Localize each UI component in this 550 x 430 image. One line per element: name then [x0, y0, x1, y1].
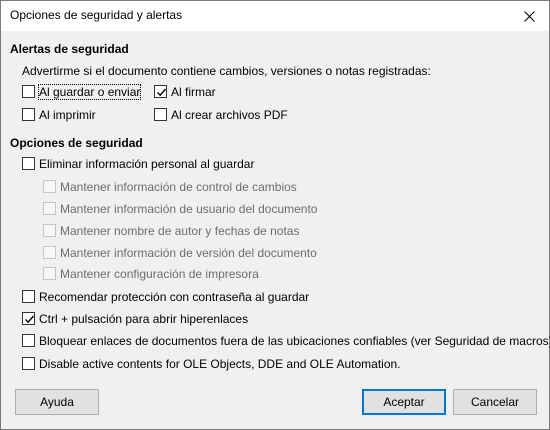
checkbox-label-bloquear-enlaces[interactable]: Bloquear enlaces de documentos fuera de …: [39, 334, 550, 348]
checkbox-label-control-cambios: Mantener información de control de cambi…: [60, 180, 297, 194]
checkbox-info-version: [43, 246, 56, 259]
checkbox-al-firmar[interactable]: [154, 85, 167, 98]
checkbox-eliminar-info-personal[interactable]: [22, 157, 35, 170]
checkmark-icon: [25, 315, 35, 324]
checkbox-label-disable-active-contents[interactable]: Disable active contents for OLE Objects,…: [39, 357, 401, 371]
checkbox-label-info-version: Mantener información de versión del docu…: [60, 246, 317, 260]
checkbox-recomendar-contrasena[interactable]: [22, 290, 35, 303]
checkbox-label-ctrl-hiperenlaces[interactable]: Ctrl + pulsación para abrir hiperenlaces: [39, 312, 248, 326]
checkbox-bloquear-enlaces[interactable]: [22, 334, 35, 347]
checkmark-icon: [157, 88, 167, 97]
checkbox-disable-active-contents[interactable]: [22, 357, 35, 370]
checkbox-label-al-firmar[interactable]: Al firmar: [171, 85, 216, 99]
dialog-title: Opciones de seguridad y alertas: [10, 8, 183, 22]
checkbox-al-imprimir[interactable]: [22, 108, 35, 121]
security-heading: Opciones de seguridad: [10, 136, 143, 150]
close-icon: [523, 10, 535, 22]
close-button[interactable]: [509, 1, 549, 31]
checkbox-label-config-impresora: Mantener configuración de impresora: [60, 267, 259, 281]
ok-button[interactable]: Aceptar: [362, 389, 446, 415]
alerts-description: Advertirme si el documento contiene camb…: [22, 64, 431, 78]
alerts-heading: Alertas de seguridad: [10, 42, 129, 56]
checkbox-label-recomendar-contrasena[interactable]: Recomendar protección con contraseña al …: [39, 290, 309, 304]
checkbox-label-al-imprimir[interactable]: Al imprimir: [39, 108, 96, 122]
checkbox-info-usuario: [43, 202, 56, 215]
checkbox-al-guardar[interactable]: [22, 85, 35, 98]
checkbox-label-al-guardar[interactable]: Al guardar o enviar: [37, 84, 142, 100]
checkbox-label-eliminar-info-personal[interactable]: Eliminar información personal al guardar: [39, 157, 254, 171]
dialog-window: Opciones de seguridad y alertas Alertas …: [0, 0, 550, 430]
checkbox-ctrl-hiperenlaces[interactable]: [22, 312, 35, 325]
help-button[interactable]: Ayuda: [15, 389, 99, 415]
checkbox-label-al-crear-pdf[interactable]: Al crear archivos PDF: [171, 108, 288, 122]
title-bar: Opciones de seguridad y alertas: [1, 1, 549, 31]
checkbox-nombre-autor: [43, 224, 56, 237]
checkbox-label-nombre-autor: Mantener nombre de autor y fechas de not…: [60, 224, 300, 238]
checkbox-al-crear-pdf[interactable]: [154, 108, 167, 121]
checkbox-control-cambios: [43, 180, 56, 193]
checkbox-label-info-usuario: Mantener información de usuario del docu…: [60, 202, 318, 216]
checkbox-config-impresora: [43, 267, 56, 280]
cancel-button[interactable]: Cancelar: [453, 389, 537, 415]
